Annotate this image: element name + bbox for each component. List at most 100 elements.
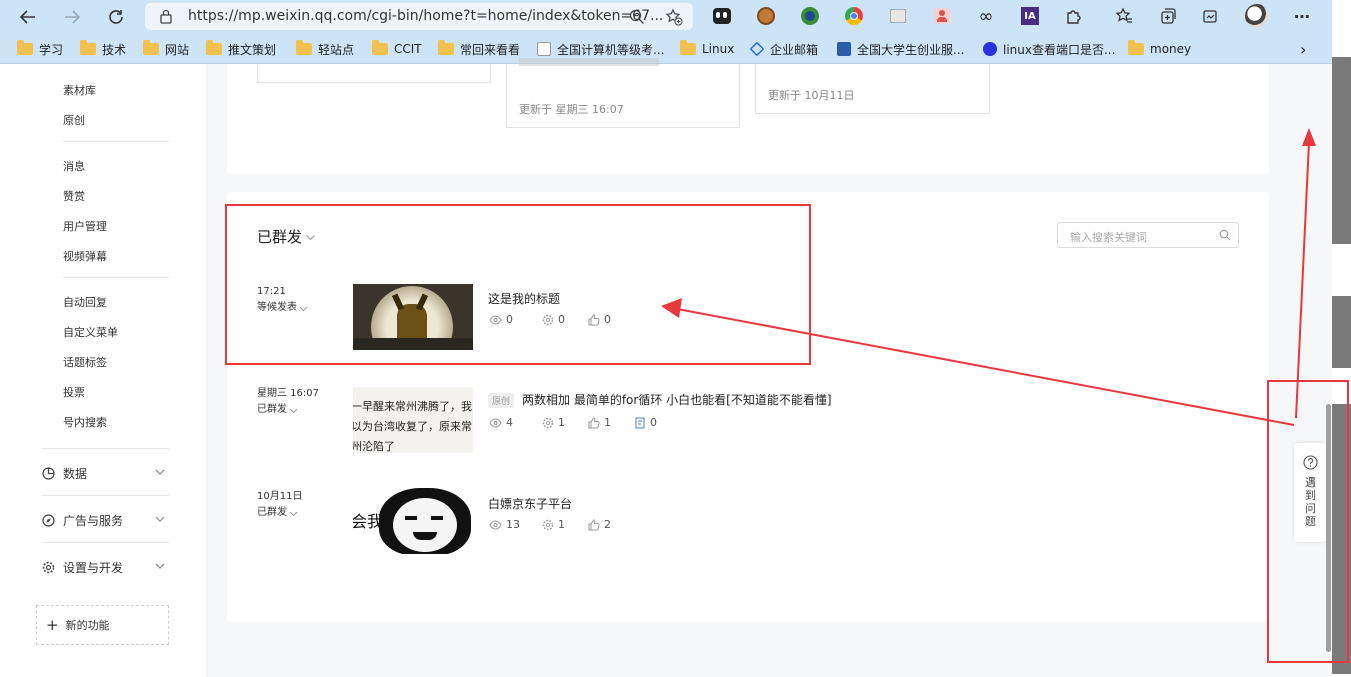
nav-group-ads-services[interactable]: 广告与服务	[42, 508, 166, 532]
gear-icon	[42, 561, 55, 573]
bookmarks-more-icon[interactable]: ›	[1300, 40, 1306, 59]
nav-item-material[interactable]: 素材库	[63, 82, 96, 98]
folder-icon	[372, 40, 388, 55]
browser-toolbar: https://mp.weixin.qq.com/cgi-bin/home?t=…	[0, 0, 1332, 34]
edge-sidebar	[1332, 0, 1351, 677]
article-thumbnail[interactable]: 会我	[353, 488, 473, 554]
article-row: 10月11日 已群发	[257, 489, 302, 521]
bookmark-folder[interactable]: 网站	[143, 40, 189, 58]
help-label: 遇到问题	[1305, 476, 1316, 528]
bookmark-folder[interactable]: 常回来看看	[438, 40, 520, 58]
status-dropdown[interactable]: 等候发表	[257, 300, 308, 316]
extension-icon-6[interactable]	[931, 5, 953, 27]
gear-icon	[542, 417, 554, 428]
nav-divider	[42, 542, 169, 543]
nav-item-auto-reply[interactable]: 自动回复	[63, 294, 107, 310]
nav-item-topic-tags[interactable]: 话题标签	[63, 354, 107, 370]
extension-icon-2[interactable]	[755, 5, 777, 27]
annotation-arrow-head-up	[1302, 128, 1316, 146]
article-title: 两数相加 最简单的for循环 小白也能看[不知道能不能看懂]	[522, 393, 832, 407]
article-stats: 4 1 1 0	[489, 416, 657, 429]
nav-divider	[63, 141, 169, 142]
folder-icon	[680, 40, 696, 55]
updated-time: 更新于 星期三 16:07	[519, 103, 624, 116]
left-sidebar	[0, 64, 206, 677]
stat-views: 0	[489, 313, 542, 326]
infinity-icon[interactable]: ∞	[975, 5, 997, 27]
extension-icon-1[interactable]	[711, 5, 733, 27]
folder-icon	[143, 40, 159, 55]
folder-icon	[1128, 40, 1144, 55]
bookmark-link[interactable]: 全国大学生创业服...	[837, 40, 964, 58]
article-row: 星期三 16:07 已群发	[257, 386, 319, 418]
published-filter-dropdown[interactable]: 已群发	[257, 226, 316, 247]
address-bar[interactable]: https://mp.weixin.qq.com/cgi-bin/home?t=…	[145, 3, 693, 30]
article-title[interactable]: 白嫖京东子平台	[488, 495, 572, 512]
article-thumbnail[interactable]	[353, 284, 473, 350]
forward-icon[interactable]	[59, 4, 85, 30]
nav-item-custom-menu[interactable]: 自定义菜单	[63, 324, 118, 340]
nav-group-data[interactable]: 数据	[42, 461, 166, 485]
stat-comments: 0	[634, 416, 657, 429]
bookmark-folder[interactable]: 轻站点	[296, 40, 354, 58]
original-tag: 原创	[488, 393, 515, 408]
bookmark-link[interactable]: 企业邮箱	[749, 40, 818, 58]
bookmark-folder[interactable]: money	[1128, 40, 1191, 58]
bookmark-link[interactable]: 全国计算机等级考...	[537, 40, 664, 58]
bookmark-folder[interactable]: 学习	[17, 40, 63, 58]
content-preview-card[interactable]	[257, 64, 491, 83]
status-dropdown[interactable]: 已群发	[257, 505, 302, 521]
zoom-icon[interactable]	[629, 9, 645, 25]
favorites-icon[interactable]	[1113, 5, 1135, 27]
article-title[interactable]: 这是我的标题	[488, 290, 560, 307]
question-icon	[1303, 455, 1318, 470]
more-menu-icon[interactable]: ⋯	[1291, 5, 1313, 27]
chevron-down-icon	[289, 408, 298, 413]
nav-item-messages[interactable]: 消息	[63, 158, 85, 174]
bookmark-link[interactable]: linux查看端口是否...	[983, 40, 1115, 58]
chart-pie-icon	[42, 466, 55, 480]
screenshot-icon[interactable]	[1199, 5, 1221, 27]
bookmark-folder[interactable]: Linux	[680, 40, 734, 58]
search-icon[interactable]	[1219, 229, 1231, 241]
folder-icon	[438, 40, 454, 55]
article-title-row[interactable]: 原创 两数相加 最简单的for循环 小白也能看[不知道能不能看懂]	[488, 391, 832, 408]
nav-item-reward[interactable]: 赞赏	[63, 188, 85, 204]
new-feature-button[interactable]: + 新的功能	[36, 605, 169, 645]
collections-icon[interactable]	[1157, 5, 1179, 27]
comment-icon	[635, 417, 645, 428]
thumbnail-text: 一早醒来常州沸腾了，我	[353, 400, 472, 413]
content-preview-card[interactable]	[506, 58, 740, 128]
help-float-button[interactable]: 遇到问题	[1294, 443, 1326, 542]
nav-item-original[interactable]: 原创	[63, 112, 85, 128]
bookmark-folder[interactable]: CCIT	[372, 40, 422, 58]
eye-icon	[489, 314, 502, 325]
extension-icon-5[interactable]	[887, 5, 909, 27]
refresh-icon[interactable]	[103, 4, 129, 30]
back-icon[interactable]	[15, 4, 41, 30]
chevron-down-icon	[306, 235, 315, 241]
status-dropdown[interactable]: 已群发	[257, 402, 319, 418]
folder-icon	[206, 40, 222, 55]
nav-item-vote[interactable]: 投票	[63, 384, 85, 400]
ia-icon[interactable]: IA	[1019, 5, 1041, 27]
add-favorite-icon[interactable]	[665, 8, 683, 26]
gear-icon	[542, 314, 554, 325]
chrome-icon[interactable]	[843, 5, 865, 27]
profile-avatar[interactable]	[1245, 4, 1269, 28]
nav-group-settings-dev[interactable]: 设置与开发	[42, 555, 166, 579]
article-thumbnail[interactable]: 一早醒来常州沸腾了，我 以为台湾收复了，原来常 州沦陷了	[353, 387, 473, 453]
nav-item-danmaku[interactable]: 视频弹幕	[63, 248, 107, 264]
bookmark-folder[interactable]: 推文策划	[206, 40, 276, 58]
page-scrollbar[interactable]	[1326, 404, 1331, 652]
article-stats: 13 1 2	[489, 518, 611, 531]
extensions-puzzle-icon[interactable]	[1063, 5, 1085, 27]
extension-icon-3[interactable]	[799, 5, 821, 27]
nav-item-users[interactable]: 用户管理	[63, 218, 107, 234]
stat-likes: 2	[588, 518, 611, 531]
bookmark-folder[interactable]: 技术	[80, 40, 126, 58]
keyword-search-input[interactable]: 输入搜索关键词	[1057, 222, 1239, 248]
stat-shares: 1	[542, 518, 588, 531]
nav-item-in-account-search[interactable]: 号内搜索	[63, 414, 107, 430]
cropped-text	[519, 58, 659, 66]
